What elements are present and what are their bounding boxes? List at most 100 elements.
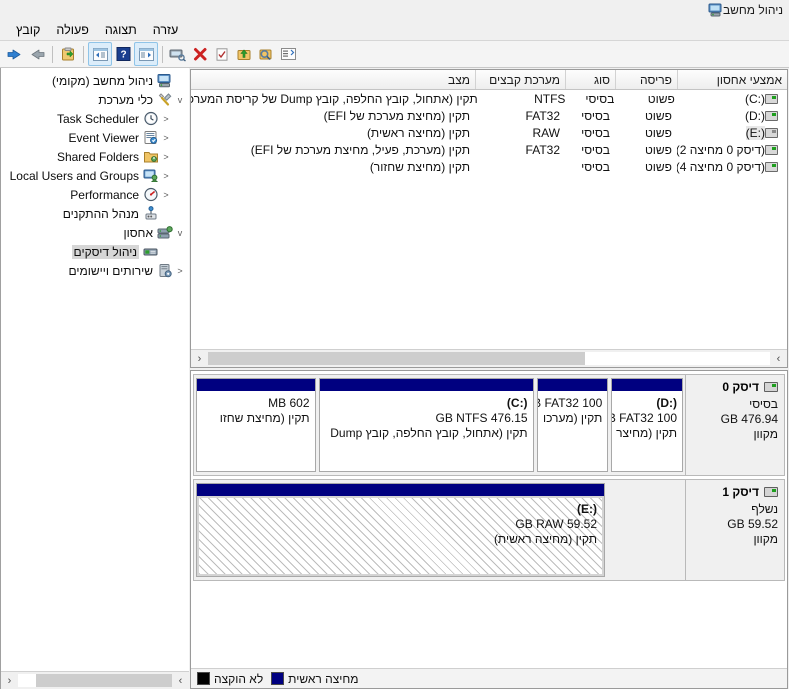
disk-0-title: דיסק 0	[722, 380, 759, 394]
disk-1-info[interactable]: דיסק 1 נשלף 59.52 GB מקוון	[685, 479, 785, 581]
column-volume[interactable]: אמצעי אחסון	[677, 70, 787, 89]
tree-expander[interactable]	[159, 207, 173, 221]
tree-task-scheduler[interactable]: < Task Scheduler	[1, 109, 189, 128]
rescan-disks-icon[interactable]	[211, 43, 233, 65]
search-icon[interactable]	[255, 43, 277, 65]
tree-expander[interactable]	[159, 245, 173, 259]
partition-recovery-body: 602 MB תקין (מחיצת שחזו	[197, 391, 315, 471]
partition-d[interactable]: (:D) 100 MB FAT32 תקין (מחיצר	[611, 378, 683, 472]
tree-local-users-and-groups[interactable]: < Local Users and Groups	[1, 166, 189, 185]
column-type[interactable]: סוג	[565, 70, 615, 89]
partition-efi-size: 100 MB FAT32	[538, 396, 603, 410]
table-row[interactable]: (:D) פשוט בסיסי FAT32 תקין (מחיצת מערכת …	[191, 107, 787, 124]
tree-expander-chevron-left-icon[interactable]: <	[159, 169, 173, 183]
cell-type: בסיסי	[581, 159, 610, 174]
partition-recovery-size: 602 MB	[268, 396, 310, 410]
partition-c-bar	[319, 379, 533, 391]
tree-device-manager[interactable]: מנהל ההתקנים	[1, 204, 189, 223]
tree-expander-chevron-left-icon[interactable]: <	[173, 264, 187, 278]
clock-icon	[143, 111, 159, 126]
tree-shared-folders[interactable]: < Shared Folders	[1, 147, 189, 166]
cell-status: תקין (מחיצה ראשית)	[366, 125, 470, 140]
tree-expander-chevron-left-icon[interactable]: <	[159, 150, 173, 164]
partition-e-body: (:E) 59.52 GB RAW תקין (מחיצה ראשית)	[197, 496, 604, 576]
volume-scroll-thumb[interactable]	[208, 352, 585, 365]
tree-hscrollbar[interactable]: › ‹	[1, 671, 189, 689]
partition-e-status: תקין (מחיצה ראשית)	[493, 532, 597, 546]
table-row[interactable]: (:E) פשוט בסיסי RAW תקין (מחיצה ראשית)	[191, 124, 787, 141]
tree-label: Local Users and Groups	[9, 168, 139, 183]
tree-expander-chevron-down-icon[interactable]: v	[173, 93, 187, 107]
scroll-right-arrow-icon[interactable]: ›	[770, 351, 787, 366]
tree-computer-management-local[interactable]: ניהול מחשב (מקומי)	[1, 71, 189, 90]
tree-performance[interactable]: < Performance	[1, 185, 189, 204]
partition-recovery-bar	[197, 379, 315, 391]
disk-1-capacity: 59.52 GB	[727, 517, 778, 531]
forward-arrow-icon[interactable]	[4, 43, 26, 65]
tree-storage[interactable]: v אחסון	[1, 223, 189, 242]
tree-scroll-track[interactable]	[18, 674, 172, 687]
users-icon	[143, 168, 159, 183]
toolbar-separator-1	[162, 45, 163, 63]
menu-file[interactable]: קובץ	[8, 21, 48, 39]
show-action-pane-icon[interactable]	[134, 42, 158, 66]
back-arrow-icon[interactable]	[26, 43, 48, 65]
partition-c[interactable]: (:C) 476.15 GB NTFS תקין (אתחול, קובץ הח…	[318, 378, 534, 472]
tree-expander-chevron-left-icon[interactable]: <	[159, 188, 173, 202]
export-list-icon[interactable]	[57, 43, 79, 65]
tree-system-tools[interactable]: v כלי מערכת	[1, 90, 189, 109]
drive-icon-green	[765, 161, 778, 172]
disk-0-partitions: (:D) 100 MB FAT32 תקין (מחיצר 100 MB FAT…	[193, 374, 685, 476]
cell-volume: (:C)	[680, 92, 787, 106]
table-row[interactable]: (:C) פשוט בסיסי NTFS תקין (אתחול, קובץ ה…	[191, 90, 787, 107]
navigation-tree: ניהול מחשב (מקומי) v כלי מערכת < Task Sc…	[1, 68, 189, 671]
computer-management-window: ניהול מחשב עזרה תצוגה פעולה קובץ ? אמצעי…	[0, 0, 789, 689]
toolbar: ?	[0, 40, 789, 68]
menu-view[interactable]: תצוגה	[97, 21, 145, 39]
partition-efi[interactable]: 100 MB FAT32 תקין (מערכו	[536, 378, 609, 472]
partition-recovery-status: תקין (מחיצת שחזו	[219, 411, 310, 425]
cell-volume-label: (דיסק 0 מחיצה 4)	[677, 159, 765, 174]
table-row[interactable]: (דיסק 0 מחיצה 2) פשוט בסיסי FAT32 תקין (…	[191, 141, 787, 158]
show-pane-icon[interactable]	[88, 42, 112, 66]
list-view-icon[interactable]	[277, 43, 299, 65]
delete-icon[interactable]	[189, 43, 211, 65]
disk-0-type: בסיסי	[749, 397, 778, 411]
volume-list-hscrollbar[interactable]: › ‹	[191, 349, 787, 367]
shared-folders-icon	[143, 149, 159, 164]
menu-action[interactable]: פעולה	[48, 21, 96, 39]
tree-scroll-right-arrow-icon[interactable]: ›	[172, 673, 189, 688]
cell-status: תקין (מחיצת שחזור)	[369, 159, 470, 174]
tree-label: Performance	[70, 187, 139, 202]
disk-0-info[interactable]: דיסק 0 בסיסי 476.94 GB מקוון	[685, 374, 785, 476]
column-layout[interactable]: פריסה	[615, 70, 677, 89]
tree-scroll-left-arrow-icon[interactable]: ‹	[1, 673, 18, 688]
help-icon[interactable]: ?	[112, 43, 134, 65]
column-file-system[interactable]: מערכת קבצים	[475, 70, 565, 89]
services-icon	[157, 263, 173, 278]
cell-status: תקין (אתחול, קובץ החלפה, קובץ Dump של קר…	[191, 91, 478, 106]
properties-icon[interactable]	[167, 43, 189, 65]
column-status[interactable]: מצב	[191, 70, 475, 89]
scroll-left-arrow-icon[interactable]: ‹	[191, 351, 208, 366]
volume-scroll-track[interactable]	[208, 352, 770, 365]
tree-expander-chevron-left-icon[interactable]: <	[159, 112, 173, 126]
partition-d-body: (:D) 100 MB FAT32 תקין (מחיצר	[612, 391, 682, 471]
tree-expander-chevron-left-icon[interactable]: <	[159, 131, 173, 145]
tree-expander[interactable]	[173, 74, 187, 88]
menu-help[interactable]: עזרה	[145, 21, 187, 39]
partition-e[interactable]: (:E) 59.52 GB RAW תקין (מחיצה ראשית)	[196, 483, 605, 577]
performance-icon	[143, 187, 159, 202]
partition-c-body: (:C) 476.15 GB NTFS תקין (אתחול, קובץ הח…	[319, 391, 533, 471]
tree-disk-management[interactable]: ניהול דיסקים	[1, 242, 189, 261]
tree-scroll-thumb[interactable]	[36, 674, 172, 687]
partition-recovery[interactable]: 602 MB תקין (מחיצת שחזו	[196, 378, 316, 472]
tree-expander-chevron-down-icon[interactable]: v	[173, 226, 187, 240]
window-title: ניהול מחשב	[722, 2, 783, 17]
upload-icon[interactable]	[233, 43, 255, 65]
tree-services-and-applications[interactable]: < שירותים ויישומים	[1, 261, 189, 280]
tree-event-viewer[interactable]: < Event Viewer	[1, 128, 189, 147]
disk-0-state: מקוון	[753, 427, 778, 441]
table-row[interactable]: (דיסק 0 מחיצה 4) פשוט בסיסי תקין (מחיצת …	[191, 158, 787, 175]
event-viewer-icon	[143, 130, 159, 145]
